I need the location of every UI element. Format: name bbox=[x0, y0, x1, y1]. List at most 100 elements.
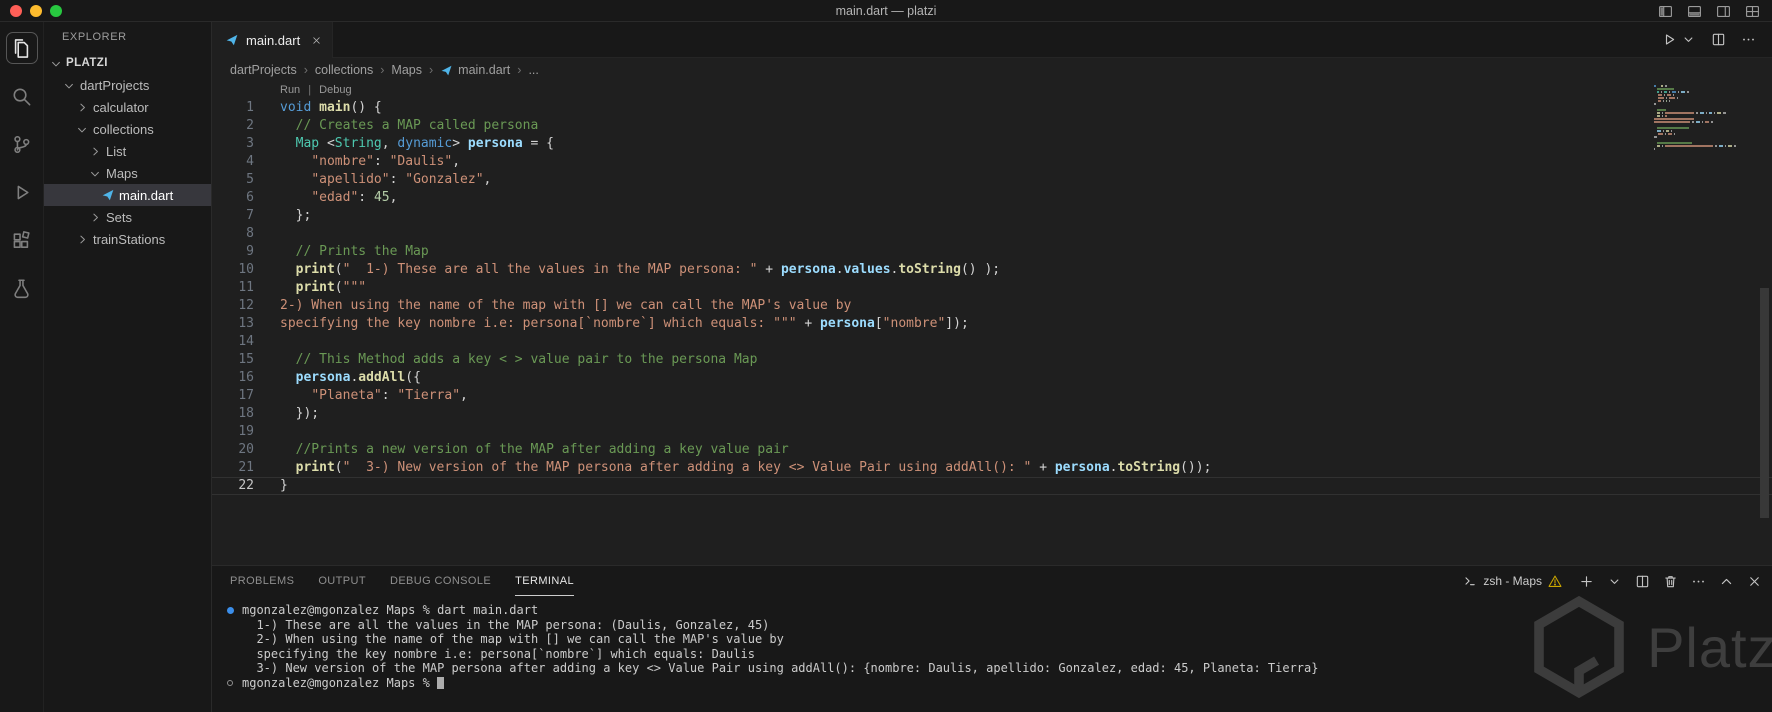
line-number: 8 bbox=[246, 226, 254, 241]
line-number: 17 bbox=[238, 388, 254, 403]
terminal-select[interactable]: zsh - Maps bbox=[1463, 574, 1562, 588]
close-tab-icon[interactable] bbox=[311, 35, 322, 46]
layout-panel-icon bbox=[1687, 4, 1702, 19]
code-line[interactable]: 18 }); bbox=[212, 405, 1772, 423]
editor[interactable]: Run | Debug 1 void main() {2 // Creates a… bbox=[212, 82, 1772, 565]
bottom-panel: PROBLEMS OUTPUT DEBUG CONSOLE TERMINAL zsh … bbox=[212, 565, 1772, 712]
minimap-line bbox=[1654, 130, 1750, 132]
codelens-run-link[interactable]: Run bbox=[280, 84, 300, 96]
code-line[interactable]: 4 "nombre": "Daulis", bbox=[212, 153, 1772, 171]
split-editor-icon bbox=[1711, 32, 1726, 47]
breadcrumb-item-maps[interactable]: Maps bbox=[391, 63, 422, 77]
new-terminal-button[interactable] bbox=[1579, 574, 1594, 589]
code-line[interactable]: 21 print(" 3-) New version of the MAP pe… bbox=[212, 459, 1772, 477]
editor-scrollbar[interactable] bbox=[1760, 288, 1769, 518]
line-number: 15 bbox=[238, 352, 254, 367]
code-line[interactable]: 16 persona.addAll({ bbox=[212, 369, 1772, 387]
breadcrumb-item-collections[interactable]: collections bbox=[315, 63, 373, 77]
toggle-primary-sidebar-button[interactable] bbox=[1658, 4, 1673, 19]
minimap-line bbox=[1654, 112, 1750, 114]
explorer-tree: dartProjects calculator collections List Map… bbox=[44, 74, 211, 250]
toggle-panel-button[interactable] bbox=[1687, 4, 1702, 19]
codelens-debug-link[interactable]: Debug bbox=[319, 84, 351, 96]
panel-tab-terminal[interactable]: TERMINAL bbox=[515, 566, 574, 596]
code-line[interactable]: 9 // Prints the Map bbox=[212, 243, 1772, 261]
panel-tab-output[interactable]: OUTPUT bbox=[318, 566, 366, 596]
editor-more-actions-button[interactable] bbox=[1741, 32, 1756, 47]
terminal-cursor bbox=[437, 676, 445, 689]
toggle-secondary-sidebar-button[interactable] bbox=[1716, 4, 1731, 19]
panel-tab-problems[interactable]: PROBLEMS bbox=[230, 566, 294, 596]
code-line[interactable]: 10 print(" 1-) These are all the values … bbox=[212, 261, 1772, 279]
minimap[interactable] bbox=[1654, 85, 1750, 151]
line-number: 12 bbox=[238, 298, 254, 313]
kill-terminal-button[interactable] bbox=[1663, 574, 1678, 589]
code-line[interactable]: 5 "apellido": "Gonzalez", bbox=[212, 171, 1772, 189]
run-debug-icon[interactable] bbox=[6, 176, 38, 208]
breadcrumb-item-dartprojects[interactable]: dartProjects bbox=[230, 63, 297, 77]
code-line[interactable]: 6 "edad": 45, bbox=[212, 189, 1772, 207]
code-text: print(""" bbox=[295, 280, 367, 295]
code-line[interactable]: 22} bbox=[212, 477, 1772, 495]
tree-item-dartprojects[interactable]: dartProjects bbox=[44, 74, 211, 96]
split-terminal-button[interactable] bbox=[1635, 574, 1650, 589]
code-line[interactable]: 19 bbox=[212, 423, 1772, 441]
tree-item-calculator[interactable]: calculator bbox=[44, 96, 211, 118]
chevron-right-icon bbox=[74, 233, 90, 246]
tree-item-label: calculator bbox=[93, 99, 149, 115]
code-line[interactable]: 20 //Prints a new version of the MAP aft… bbox=[212, 441, 1772, 459]
minimap-line bbox=[1654, 88, 1750, 90]
window-title: main.dart — platzi bbox=[835, 4, 937, 18]
tab-main-dart[interactable]: main.dart bbox=[212, 22, 334, 58]
breadcrumb-item--[interactable]: ... bbox=[528, 63, 538, 77]
run-or-debug-button[interactable] bbox=[1662, 32, 1677, 47]
source-control-icon[interactable] bbox=[6, 128, 38, 160]
code-line[interactable]: 13 specifying the key nombre i.e: persona… bbox=[212, 315, 1772, 333]
code-line[interactable]: 15 // This Method adds a key < > value p… bbox=[212, 351, 1772, 369]
testing-icon[interactable] bbox=[6, 272, 38, 304]
breadcrumb-item-main-dart[interactable]: main.dart bbox=[440, 63, 510, 77]
code-text: //Prints a new version of the MAP after … bbox=[295, 442, 789, 457]
layout-sidebar-right-icon bbox=[1716, 4, 1731, 19]
tree-item-trainstations[interactable]: trainStations bbox=[44, 228, 211, 250]
ellipsis-icon bbox=[1691, 574, 1706, 589]
launch-profile-dropdown-button[interactable] bbox=[1607, 574, 1622, 589]
line-number: 3 bbox=[246, 136, 254, 151]
run-dropdown-button[interactable] bbox=[1681, 32, 1696, 47]
explorer-section-platzi[interactable]: PLATZI bbox=[44, 52, 211, 74]
tree-item-main-dart[interactable]: main.dart bbox=[44, 184, 211, 206]
code-line[interactable]: 7 }; bbox=[212, 207, 1772, 225]
code-line[interactable]: 2 // Creates a MAP called persona bbox=[212, 117, 1772, 135]
terminal-line: mgonzalez@mgonzalez Maps % dart main.dar… bbox=[226, 603, 1772, 618]
line-number: 11 bbox=[238, 280, 254, 295]
close-icon bbox=[1747, 574, 1762, 589]
code-line[interactable]: 3 Map <String, dynamic> persona = { bbox=[212, 135, 1772, 153]
terminal-output[interactable]: mgonzalez@mgonzalez Maps % dart main.dar… bbox=[212, 596, 1772, 712]
customize-layout-button[interactable] bbox=[1745, 4, 1760, 19]
terminal-prompt-icon bbox=[1463, 574, 1477, 588]
minimap-line bbox=[1654, 142, 1750, 144]
tree-item-list[interactable]: List bbox=[44, 140, 211, 162]
search-icon[interactable] bbox=[6, 80, 38, 112]
tree-item-sets[interactable]: Sets bbox=[44, 206, 211, 228]
minimap-line bbox=[1654, 148, 1750, 150]
code-line[interactable]: 8 bbox=[212, 225, 1772, 243]
split-editor-button[interactable] bbox=[1711, 32, 1726, 47]
close-panel-button[interactable] bbox=[1747, 574, 1762, 589]
code-line[interactable]: 1 void main() { bbox=[212, 99, 1772, 117]
code-text: 2-) When using the name of the map with … bbox=[280, 298, 852, 313]
code-line[interactable]: 11 print(""" bbox=[212, 279, 1772, 297]
code-line[interactable]: 12 2-) When using the name of the map wit… bbox=[212, 297, 1772, 315]
tree-item-collections[interactable]: collections bbox=[44, 118, 211, 140]
code-line[interactable]: 14 bbox=[212, 333, 1772, 351]
chevron-down-icon bbox=[63, 77, 76, 93]
code-line[interactable]: 17 "Planeta": "Tierra", bbox=[212, 387, 1772, 405]
tree-item-maps[interactable]: Maps bbox=[44, 162, 211, 184]
explorer-icon[interactable] bbox=[5, 32, 38, 64]
tree-item-label: dartProjects bbox=[80, 77, 150, 93]
panel-tab-debug-console[interactable]: DEBUG CONSOLE bbox=[390, 566, 491, 596]
terminal-more-actions-button[interactable] bbox=[1691, 574, 1706, 589]
extensions-icon[interactable] bbox=[6, 224, 38, 256]
breadcrumb-separator: › bbox=[380, 63, 385, 77]
maximize-panel-button[interactable] bbox=[1719, 574, 1734, 589]
